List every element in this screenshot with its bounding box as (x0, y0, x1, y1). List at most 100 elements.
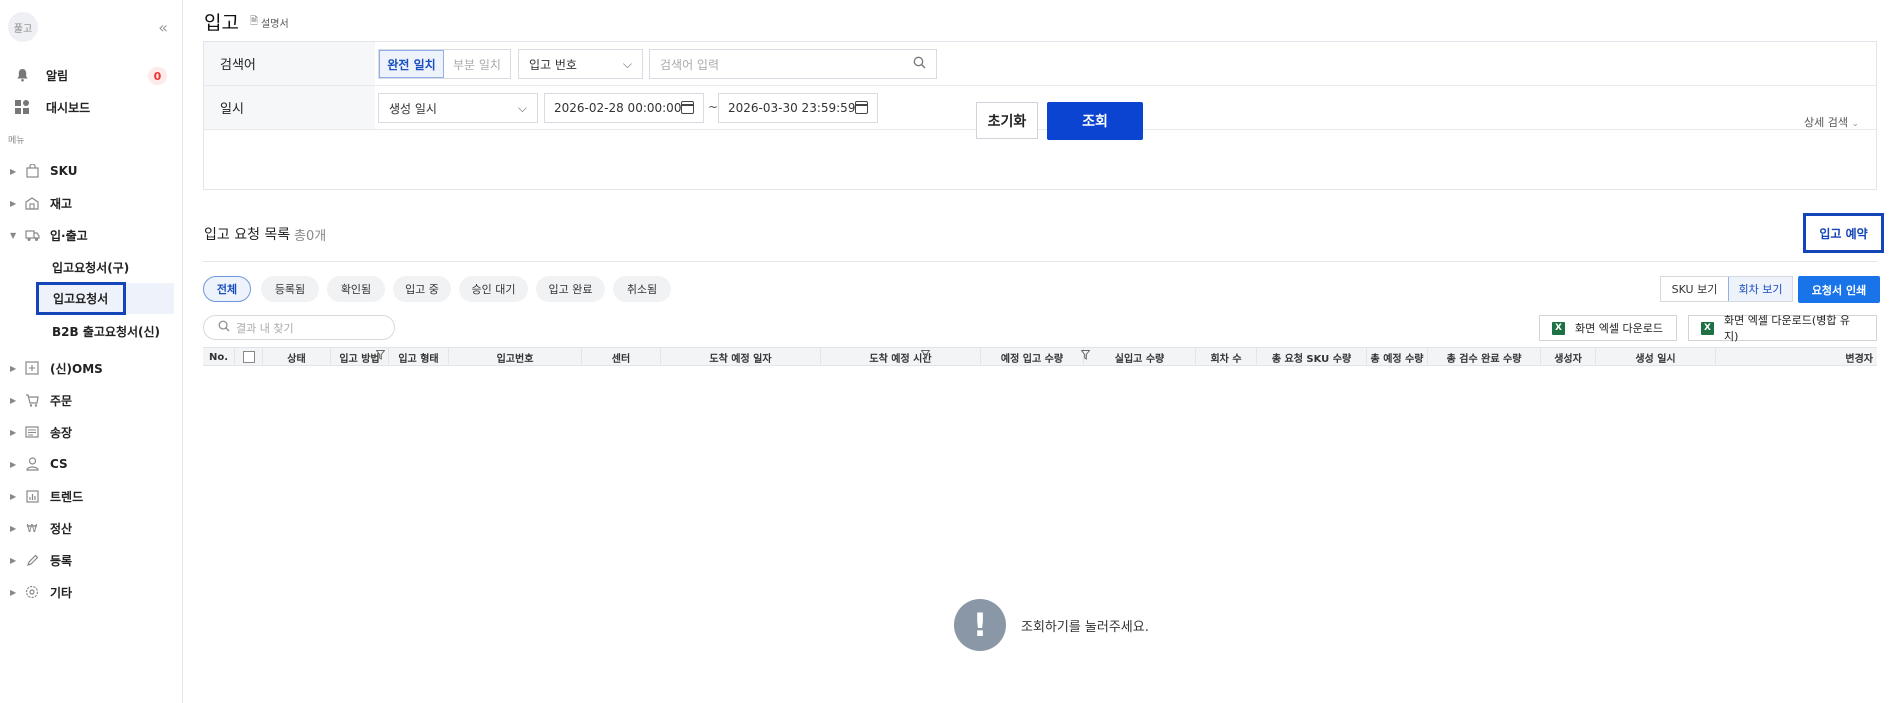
document-icon: 🗎 (250, 16, 259, 27)
sidebar-item-label: 입고요청서(구) (52, 260, 130, 275)
sidebar-group-invoice[interactable]: ▶ 송장 (10, 419, 72, 445)
sku-view-button[interactable]: SKU 보기 (1661, 277, 1728, 301)
round-view-button[interactable]: 회차 보기 (1728, 277, 1792, 301)
excel-download-merged-button[interactable]: X 화면 엑셀 다운로드(병합 유지) (1688, 314, 1877, 343)
sidebar-group-sku[interactable]: ▶ SKU (10, 158, 77, 184)
reserve-inbound-button[interactable]: 입고 예약 (1803, 213, 1884, 253)
caret-right-icon: ▶ (10, 166, 17, 176)
avatar[interactable]: 풀고 (8, 12, 38, 42)
manual-link[interactable]: 🗎 설명서 (250, 14, 289, 31)
calendar-icon[interactable] (681, 101, 694, 114)
caret-right-icon: ▶ (10, 555, 17, 565)
caret-right-icon: ▶ (10, 459, 17, 469)
sidebar-group-register[interactable]: ▶ 등록 (10, 547, 72, 573)
sidebar-item-inbound-request-old[interactable]: 입고요청서(구) (52, 254, 129, 280)
select-all-checkbox[interactable] (242, 351, 255, 363)
column-header-total-inspected-qty[interactable]: 총 검수 완료 수량 (1428, 348, 1541, 366)
column-header-expected-qty[interactable]: 예정 입고 수량 (981, 348, 1084, 366)
excel-download-button[interactable]: X 화면 엑셀 다운로드 (1539, 315, 1677, 341)
column-header-arrival-time[interactable]: 도착 예정 시간 (821, 348, 981, 366)
pencil-icon (24, 553, 40, 567)
reset-button[interactable]: 초기화 (976, 102, 1038, 139)
column-header-inbound-number[interactable]: 입고번호 (449, 348, 582, 366)
result-search-input[interactable]: 결과 내 찾기 (203, 315, 395, 340)
manual-link-label: 설명서 (261, 19, 289, 30)
sidebar-item-inbound-request[interactable]: 입고요청서 (36, 282, 174, 315)
sidebar-item-label-text: 입고요청서 (53, 292, 109, 306)
exclamation-icon: ! (954, 599, 1006, 651)
calendar-icon[interactable] (855, 101, 868, 114)
sidebar-group-settlement[interactable]: ▶ ₩ 정산 (10, 515, 72, 541)
cart-icon (24, 393, 40, 407)
won-icon: ₩ (26, 521, 38, 535)
column-header-round-count[interactable]: 회차 수 (1196, 348, 1257, 366)
exact-match-button[interactable]: 완전 일치 (379, 50, 444, 78)
status-chip-registered[interactable]: 등록됨 (261, 276, 319, 302)
status-chip-completed[interactable]: 입고 완료 (536, 276, 605, 302)
column-header-status[interactable]: 상태 (263, 348, 331, 366)
sidebar-group-label: CS (50, 457, 68, 471)
column-header-total-expected-qty[interactable]: 총 예정 수량 (1367, 348, 1428, 366)
sidebar-item-b2b-outbound-request[interactable]: B2B 출고요청서(신) (52, 318, 160, 344)
caret-right-icon: ▶ (10, 587, 17, 597)
sidebar-item-dashboard[interactable]: 대시보드 (12, 94, 90, 120)
column-header-creator[interactable]: 생성자 (1541, 348, 1596, 366)
excel-icon: X (1701, 321, 1714, 335)
column-header-no[interactable]: No. (203, 348, 235, 366)
column-header-arrival-date[interactable]: 도착 예정 일자 (661, 348, 821, 366)
view-mode-toggle: SKU 보기 회차 보기 (1660, 276, 1793, 302)
print-request-button[interactable]: 요청서 인쇄 (1798, 276, 1880, 303)
sidebar-group-cs[interactable]: ▶ CS (10, 451, 68, 477)
date-type-select[interactable]: 생성 일시 ⌵ (378, 93, 538, 123)
oms-icon (24, 361, 40, 375)
partial-match-button[interactable]: 부분 일치 (444, 50, 510, 78)
sidebar-group-inbound-outbound[interactable]: ▼ 입·출고 (10, 222, 88, 248)
excel-download-merged-label: 화면 엑셀 다운로드(병합 유지) (1723, 314, 1851, 343)
divider (203, 261, 1877, 262)
sidebar-item-label: 알림 (46, 68, 69, 83)
sidebar-group-label: 송장 (50, 425, 73, 440)
sidebar-group-label: SKU (50, 164, 78, 178)
date-from-input[interactable]: 2026-02-28 00:00:00 (544, 93, 704, 123)
sidebar-group-orders[interactable]: ▶ 주문 (10, 387, 72, 413)
sidebar-item-alerts[interactable]: 알림 (12, 62, 68, 88)
sidebar-group-trend[interactable]: ▶ 트렌드 (10, 483, 83, 509)
collapse-sidebar-icon[interactable]: « (158, 18, 168, 37)
table-header: No. 상태 입고 방법 입고 형태 입고번호 센터 도착 예정 일자 도착 예… (203, 347, 1877, 366)
filter-panel: 검색어 완전 일치 부분 일치 입고 번호 ⌵ 검색어 입력 일시 생성 일시 … (203, 41, 1877, 190)
status-chip-all[interactable]: 전체 (203, 276, 251, 302)
select-all-cell (235, 348, 263, 366)
column-header-actual-qty[interactable]: 실입고 수량 (1084, 348, 1196, 366)
search-input[interactable]: 검색어 입력 (649, 49, 937, 79)
sidebar-group-oms[interactable]: ▶ (신)OMS (10, 355, 103, 381)
search-field-select[interactable]: 입고 번호 ⌵ (518, 49, 643, 79)
status-chip-pending-approval[interactable]: 승인 대기 (459, 276, 528, 302)
status-chip-cancelled[interactable]: 취소됨 (613, 276, 671, 302)
caret-right-icon: ▶ (10, 395, 17, 405)
sidebar-item-label: 대시보드 (46, 100, 91, 115)
date-to-input[interactable]: 2026-03-30 23:59:59 (718, 93, 878, 123)
match-mode-toggle: 완전 일치 부분 일치 (378, 49, 511, 79)
column-header-total-sku-qty[interactable]: 총 요청 SKU 수량 (1257, 348, 1367, 366)
filter-icon[interactable] (1080, 350, 1091, 363)
column-header-inbound-type[interactable]: 입고 형태 (389, 348, 449, 366)
bell-icon (12, 67, 32, 83)
sidebar-group-inventory[interactable]: ▶ 재고 (10, 190, 72, 216)
date-from-value: 2026-02-28 00:00:00 (554, 101, 682, 115)
sidebar-group-etc[interactable]: ▶ 기타 (10, 579, 72, 605)
status-chip-confirmed[interactable]: 확인됨 (327, 276, 385, 302)
detail-search-toggle[interactable]: 상세 검색 ⌄ (1804, 114, 1859, 130)
column-header-modifier[interactable]: 변경자 (1716, 348, 1877, 366)
search-button[interactable]: 조회 (1047, 102, 1143, 140)
search-input-placeholder: 검색어 입력 (660, 57, 720, 72)
person-icon (24, 457, 40, 471)
column-header-created-at[interactable]: 생성 일시 (1596, 348, 1716, 366)
filter-icon[interactable] (920, 350, 931, 363)
truck-icon (24, 228, 40, 242)
empty-state-message: 조회하기를 눌러주세요. (1021, 619, 1149, 635)
column-header-center[interactable]: 센터 (582, 348, 661, 366)
search-icon[interactable] (913, 56, 926, 73)
filter-icon[interactable] (375, 350, 386, 363)
list-count: 총0개 (294, 229, 327, 244)
status-chip-receiving[interactable]: 입고 중 (393, 276, 451, 302)
